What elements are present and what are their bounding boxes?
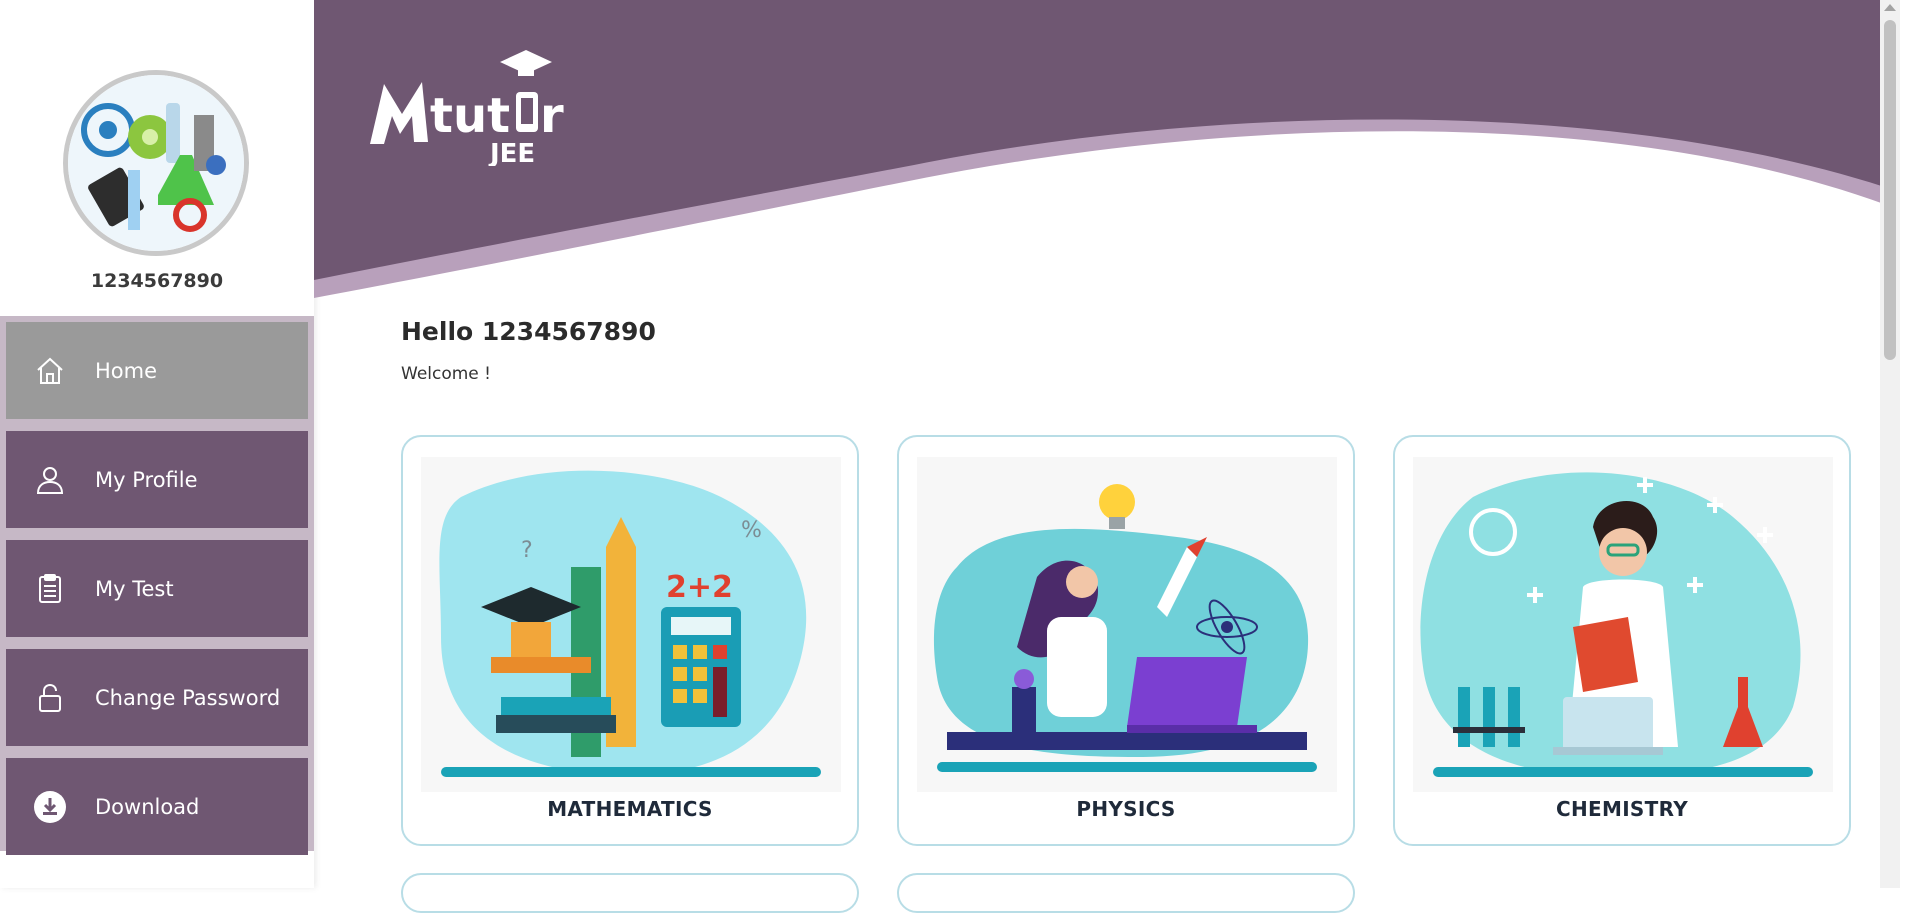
svg-text:?: ? — [521, 538, 533, 563]
scroll-up-arrow-icon[interactable] — [1884, 4, 1896, 11]
header-banner: tut r JEE — [314, 0, 1900, 300]
subject-card-chemistry[interactable]: CHEMISTRY — [1393, 435, 1851, 846]
svg-text:%: % — [741, 518, 762, 543]
brand-logo-sub: JEE — [488, 139, 535, 166]
chemistry-illustration — [1413, 457, 1833, 792]
download-icon — [32, 789, 68, 825]
sidebar-item-download[interactable]: Download — [6, 758, 308, 855]
svg-text:r: r — [540, 88, 564, 144]
scroll-thumb[interactable] — [1884, 20, 1896, 360]
subject-card-partial[interactable] — [401, 873, 859, 913]
welcome-text: Welcome ! — [401, 364, 491, 384]
svg-text:2+2: 2+2 — [666, 570, 733, 605]
page-scrollbar[interactable] — [1880, 0, 1900, 888]
physics-illustration — [917, 457, 1337, 792]
sidebar-item-home[interactable]: Home — [6, 322, 308, 419]
sidebar-item-change-password[interactable]: Change Password — [6, 649, 308, 746]
sidebar-menu: Home My Profile My Test Change Password … — [0, 316, 314, 855]
subject-card-physics[interactable]: PHYSICS — [897, 435, 1355, 846]
subject-card-partial[interactable] — [897, 873, 1355, 913]
sidebar-item-label: Download — [95, 794, 200, 819]
sidebar-item-my-test[interactable]: My Test — [6, 540, 308, 637]
profile-username: 1234567890 — [90, 270, 224, 292]
sidebar-item-my-profile[interactable]: My Profile — [6, 431, 308, 528]
avatar — [63, 70, 249, 256]
sidebar-item-label: My Profile — [95, 467, 198, 492]
sidebar-item-label: Home — [95, 358, 158, 383]
home-icon — [32, 353, 68, 389]
lock-icon — [32, 680, 68, 716]
svg-text:tut: tut — [430, 88, 510, 144]
user-icon — [32, 462, 68, 498]
greeting-heading: Hello 1234567890 — [401, 317, 656, 346]
subject-title: MATHEMATICS — [547, 797, 713, 821]
sidebar-item-label: Change Password — [95, 685, 281, 710]
main-content: tut r JEE Hello 1234567890 Welcome ! 2+2… — [314, 0, 1900, 913]
sidebar: 1234567890 Home My Profile My Test Chang… — [0, 0, 314, 888]
clipboard-icon — [32, 571, 68, 607]
sidebar-item-label: My Test — [95, 576, 174, 601]
subject-card-mathematics[interactable]: 2+2 ? % MATHEMATICS — [401, 435, 859, 846]
subject-title: CHEMISTRY — [1556, 797, 1688, 821]
subject-title: PHYSICS — [1076, 797, 1176, 821]
mathematics-illustration: 2+2 ? % — [421, 457, 841, 792]
brand-logo: tut r JEE — [360, 44, 580, 169]
